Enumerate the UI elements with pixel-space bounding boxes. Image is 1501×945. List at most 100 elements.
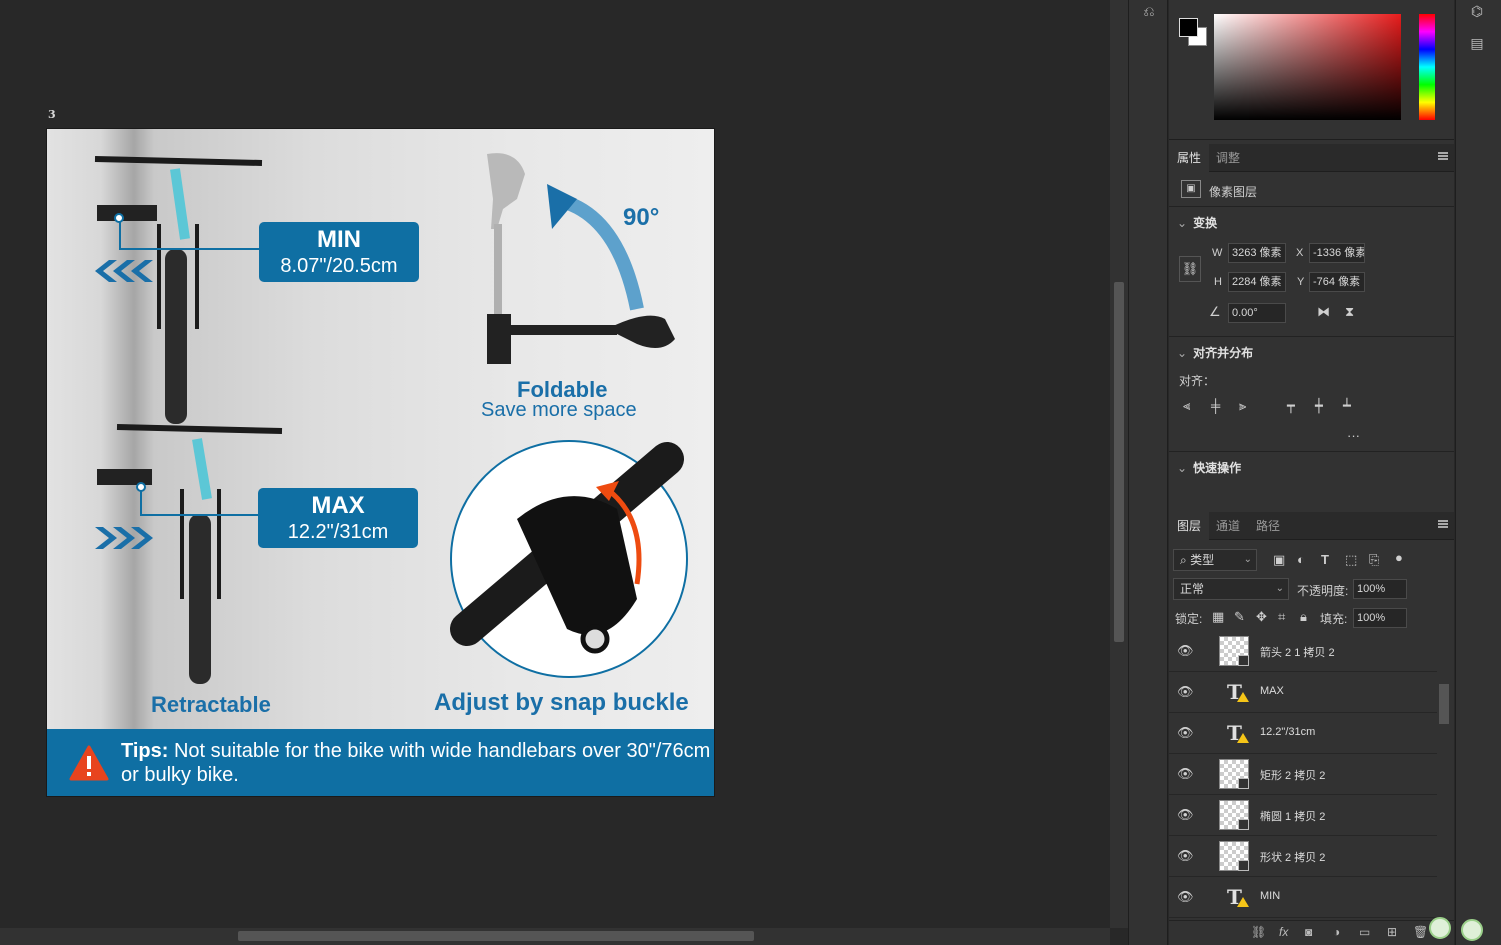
snap-buckle-caption: Adjust by snap buckle (434, 689, 689, 716)
visibility-eye-icon[interactable]: 👁︎ (1177, 766, 1194, 782)
max-callout-value: 12.2"/31cm (287, 521, 389, 543)
lock-all-icon[interactable]: 🔒︎ (1300, 609, 1307, 625)
foreground-color-swatch[interactable] (1179, 18, 1198, 37)
layer-row[interactable]: 👁︎ T MAX (1169, 672, 1437, 713)
link-proportions-icon[interactable]: ⛓ (1179, 256, 1201, 282)
layer-name[interactable]: MIN (1260, 890, 1280, 902)
min-callout-title: MIN (317, 226, 361, 253)
x-label: X (1296, 247, 1304, 259)
align-top-icon[interactable]: ┯ (1287, 398, 1295, 414)
filter-shape-icon[interactable]: ⬚ (1345, 552, 1357, 568)
canvas-vertical-scrollbar[interactable] (1110, 0, 1128, 928)
lock-position-icon[interactable]: ✥ (1256, 609, 1267, 625)
color-picker-field[interactable] (1214, 14, 1401, 120)
canvas-vertical-scroll-thumb[interactable] (1114, 282, 1124, 642)
properties-panel: ▣ 像素图层 ⌄ 变换 ⛓ W 3263 像素 X -1336 像素 H 2284… (1169, 144, 1454, 484)
blend-mode-value: 正常 (1180, 582, 1205, 596)
align-left-icon[interactable]: ⫷ (1183, 398, 1190, 414)
new-layer-icon[interactable]: ⊞ (1387, 925, 1397, 939)
add-mask-icon[interactable]: ◙ (1305, 925, 1312, 939)
layers-panel: ⌕ 类型 ⌄ ▣ ◐ T ⬚ ⎘ ● 正常 ⌄ 不透明度: 100% 锁定: ▦ ✎… (1169, 512, 1454, 945)
layer-row[interactable]: 👁︎ 箭头 2 1 拷贝 2 (1169, 631, 1437, 672)
visibility-eye-icon[interactable]: 👁︎ (1177, 643, 1194, 659)
height-field[interactable]: 2284 像素 (1228, 272, 1286, 292)
tips-text: Tips: Not suitable for the bike with wid… (121, 739, 711, 787)
transform-section-toggle[interactable]: ⌄ 变换 (1177, 214, 1217, 231)
canvas-horizontal-scroll-thumb[interactable] (238, 931, 754, 941)
panel-dock-strip: ⎌ (1128, 0, 1168, 945)
layer-row[interactable]: 👁︎ 椭圆 1 拷贝 2 (1169, 795, 1437, 836)
width-field[interactable]: 3263 像素 (1228, 243, 1286, 263)
save-space-caption: Save more space (481, 399, 637, 421)
tips-body: Not suitable for the bike with wide hand… (121, 740, 711, 786)
align-center-horizontal-icon[interactable]: ╪ (1211, 398, 1220, 413)
align-bottom-icon[interactable]: ┷ (1343, 398, 1351, 414)
opacity-field[interactable]: 100% (1353, 579, 1407, 599)
blend-mode-dropdown[interactable]: 正常 ⌄ (1173, 578, 1289, 600)
layers-scrollbar[interactable] (1439, 636, 1449, 906)
warning-icon (1237, 692, 1249, 702)
layer-row[interactable]: 👁︎ 形状 2 拷贝 2 (1169, 836, 1437, 877)
canvas-horizontal-scrollbar[interactable] (0, 928, 1110, 945)
y-position-field[interactable]: -764 像素 (1309, 272, 1365, 292)
layer-thumbnail (1219, 759, 1249, 789)
artboard-label: 3 (48, 108, 56, 121)
filter-toggle-icon[interactable]: ● (1395, 550, 1403, 565)
x-position-field[interactable]: -1336 像素 (1309, 243, 1365, 263)
layer-name[interactable]: 12.2"/31cm (1260, 726, 1315, 738)
align-label: 对齐： (1179, 374, 1216, 388)
visibility-eye-icon[interactable]: 👁︎ (1177, 725, 1194, 741)
visibility-eye-icon[interactable]: 👁︎ (1177, 848, 1194, 864)
visibility-eye-icon[interactable]: 👁︎ (1177, 889, 1194, 905)
layer-row[interactable]: 👁︎ T MIN (1169, 877, 1437, 918)
history-icon[interactable]: ⎌ (1138, 0, 1160, 22)
quick-actions-section-toggle[interactable]: ⌄ 快速操作 (1177, 459, 1241, 476)
filter-smart-object-icon[interactable]: ⎘ (1369, 552, 1379, 568)
flip-horizontal-icon[interactable]: ⧓ (1317, 304, 1330, 320)
align-right-icon[interactable]: ⫸ (1239, 398, 1246, 414)
min-callout-value: 8.07"/20.5cm (280, 255, 398, 277)
y-label: Y (1297, 276, 1305, 288)
artboard[interactable]: MIN 8.07"/20.5cm MAX 12.2"/31cm 90° Fold… (46, 128, 715, 797)
retractable-caption: Retractable (151, 692, 271, 717)
layers-scroll-thumb[interactable] (1439, 684, 1449, 724)
brush-settings-icon[interactable]: ⌬ (1466, 0, 1488, 22)
document-canvas[interactable]: 3 MIN 8.07"/20.5cm MAX 12.2"/31cm 90° Fo… (0, 0, 1110, 928)
lock-pixels-icon[interactable]: ✎ (1234, 609, 1245, 625)
adjustment-layer-icon[interactable]: ◑ (1333, 925, 1340, 939)
library-icon[interactable]: ▤ (1466, 32, 1488, 54)
flip-vertical-icon[interactable]: ⧗ (1345, 304, 1354, 320)
filter-adjustment-icon[interactable]: ◐ (1297, 552, 1305, 567)
text-layer-icon: T (1227, 680, 1249, 704)
layer-name[interactable]: 形状 2 拷贝 2 (1260, 849, 1325, 865)
layer-style-icon[interactable]: fx (1279, 925, 1288, 939)
text-layer-icon: T (1227, 721, 1249, 745)
filter-text-icon[interactable]: T (1321, 552, 1329, 567)
hue-slider[interactable] (1419, 14, 1435, 120)
transform-title: 变换 (1193, 216, 1218, 230)
visibility-eye-icon[interactable]: 👁︎ (1177, 807, 1194, 823)
lock-transparency-icon[interactable]: ▦ (1212, 609, 1224, 625)
layer-name[interactable]: 椭圆 1 拷贝 2 (1260, 808, 1325, 824)
angle-icon: ∠ (1209, 304, 1221, 319)
visibility-eye-icon[interactable]: 👁︎ (1177, 684, 1194, 700)
lock-artboard-icon[interactable]: ⌗ (1278, 609, 1285, 625)
align-section-toggle[interactable]: ⌄ 对齐并分布 (1177, 344, 1253, 361)
max-callout: MAX 12.2"/31cm (258, 488, 418, 548)
angle-field[interactable]: 0.00° (1228, 303, 1286, 323)
layer-name[interactable]: MAX (1260, 685, 1284, 697)
extend-arrows-right (95, 527, 153, 549)
align-middle-vertical-icon[interactable]: ┿ (1315, 398, 1323, 414)
layer-filter-dropdown[interactable]: ⌕ 类型 ⌄ (1173, 549, 1257, 571)
new-group-icon[interactable]: ▭ (1359, 925, 1370, 939)
layer-row[interactable]: 👁︎ 矩形 2 拷贝 2 (1169, 754, 1437, 795)
filter-pixel-icon[interactable]: ▣ (1273, 552, 1285, 568)
layer-row[interactable]: 👁︎ T 12.2"/31cm (1169, 713, 1437, 754)
bike-upper-image (94, 156, 263, 424)
more-options-button[interactable]: ··· (1347, 428, 1360, 443)
fill-field[interactable]: 100% (1353, 608, 1407, 628)
layer-name[interactable]: 矩形 2 拷贝 2 (1260, 767, 1325, 783)
layer-name[interactable]: 箭头 2 1 拷贝 2 (1260, 644, 1335, 660)
max-callout-title: MAX (311, 492, 365, 519)
link-layers-icon[interactable]: ⛓ (1251, 925, 1266, 939)
